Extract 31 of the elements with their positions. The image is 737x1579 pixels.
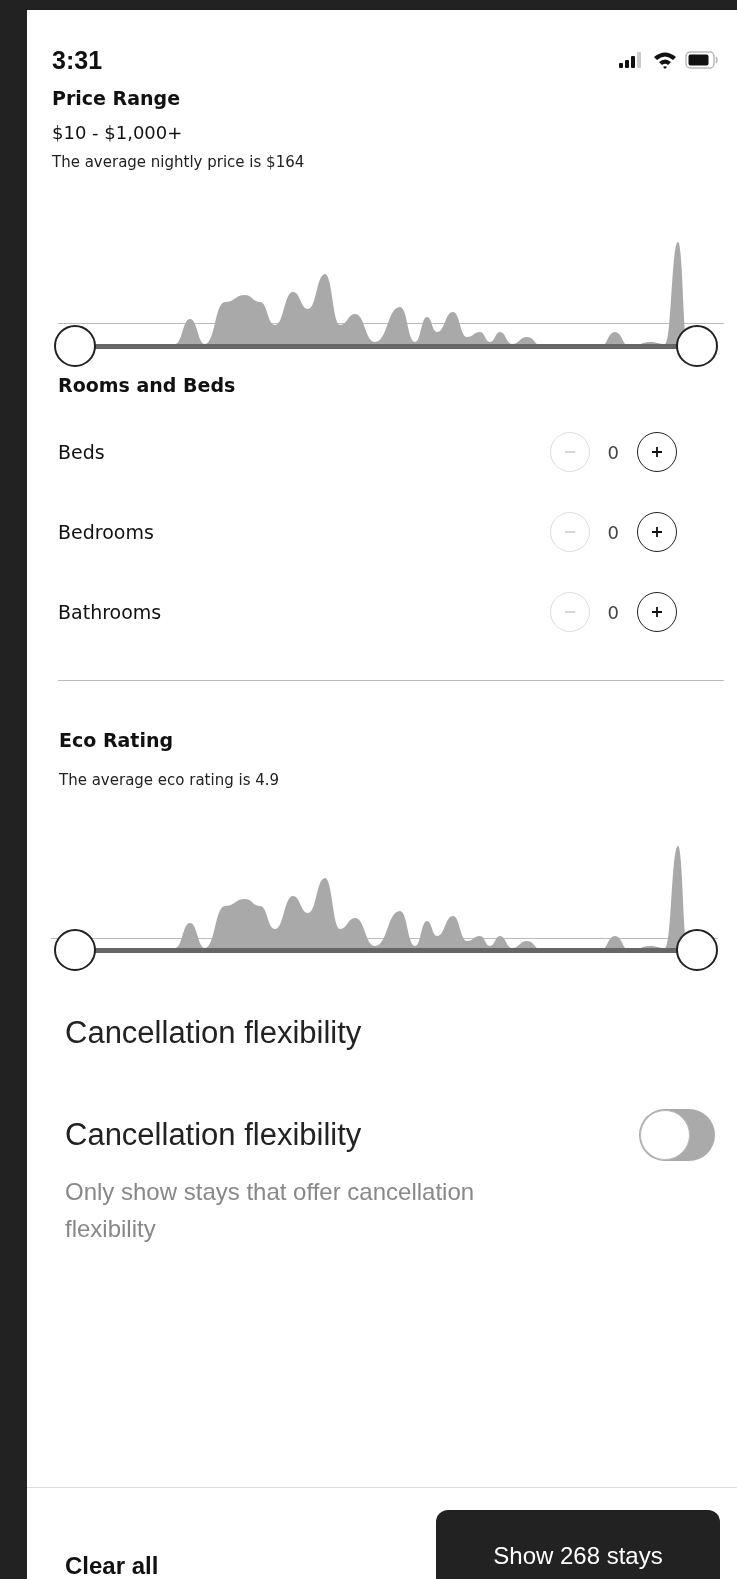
increase-button[interactable] bbox=[637, 432, 677, 472]
option-label: Cancellation flexibility bbox=[65, 1117, 362, 1153]
slider-thumb[interactable] bbox=[54, 929, 96, 971]
section-title: Eco Rating bbox=[59, 729, 175, 751]
section-title: Cancellation flexibility bbox=[65, 1015, 363, 1051]
show-stays-button[interactable]: Show 268 stays bbox=[436, 1510, 720, 1579]
count-value: 0 bbox=[607, 441, 619, 463]
section-title: Rooms and Beds bbox=[58, 374, 237, 396]
section-title: Price Range bbox=[52, 87, 182, 109]
status-time: 3:31 bbox=[52, 45, 103, 75]
slider-thumb[interactable] bbox=[54, 325, 96, 367]
count-value: 0 bbox=[607, 521, 619, 543]
slider-thumb[interactable] bbox=[676, 929, 718, 971]
average-note: The average eco rating is 4.9 bbox=[59, 771, 281, 789]
plus-icon bbox=[651, 526, 663, 538]
room-label: Bedrooms bbox=[58, 521, 154, 543]
battery-icon bbox=[685, 51, 719, 69]
increase-button[interactable] bbox=[637, 592, 677, 632]
room-label: Beds bbox=[58, 441, 105, 463]
option-description: Only show stays that offer cancellation flexibility bbox=[65, 1177, 476, 1244]
average-note: The average nightly price is $164 bbox=[52, 153, 306, 171]
room-label: Bathrooms bbox=[58, 601, 162, 623]
price-range: $10 - $1,000+ bbox=[52, 122, 184, 143]
plus-icon bbox=[651, 446, 663, 458]
plus-icon bbox=[651, 606, 663, 618]
clear-all-link[interactable]: Clear all bbox=[65, 1552, 159, 1579]
wifi-icon bbox=[653, 51, 677, 69]
toggle-switch[interactable] bbox=[639, 1109, 715, 1161]
slider-thumb[interactable] bbox=[676, 325, 718, 367]
count-value: 0 bbox=[607, 601, 619, 623]
increase-button[interactable] bbox=[637, 512, 677, 552]
